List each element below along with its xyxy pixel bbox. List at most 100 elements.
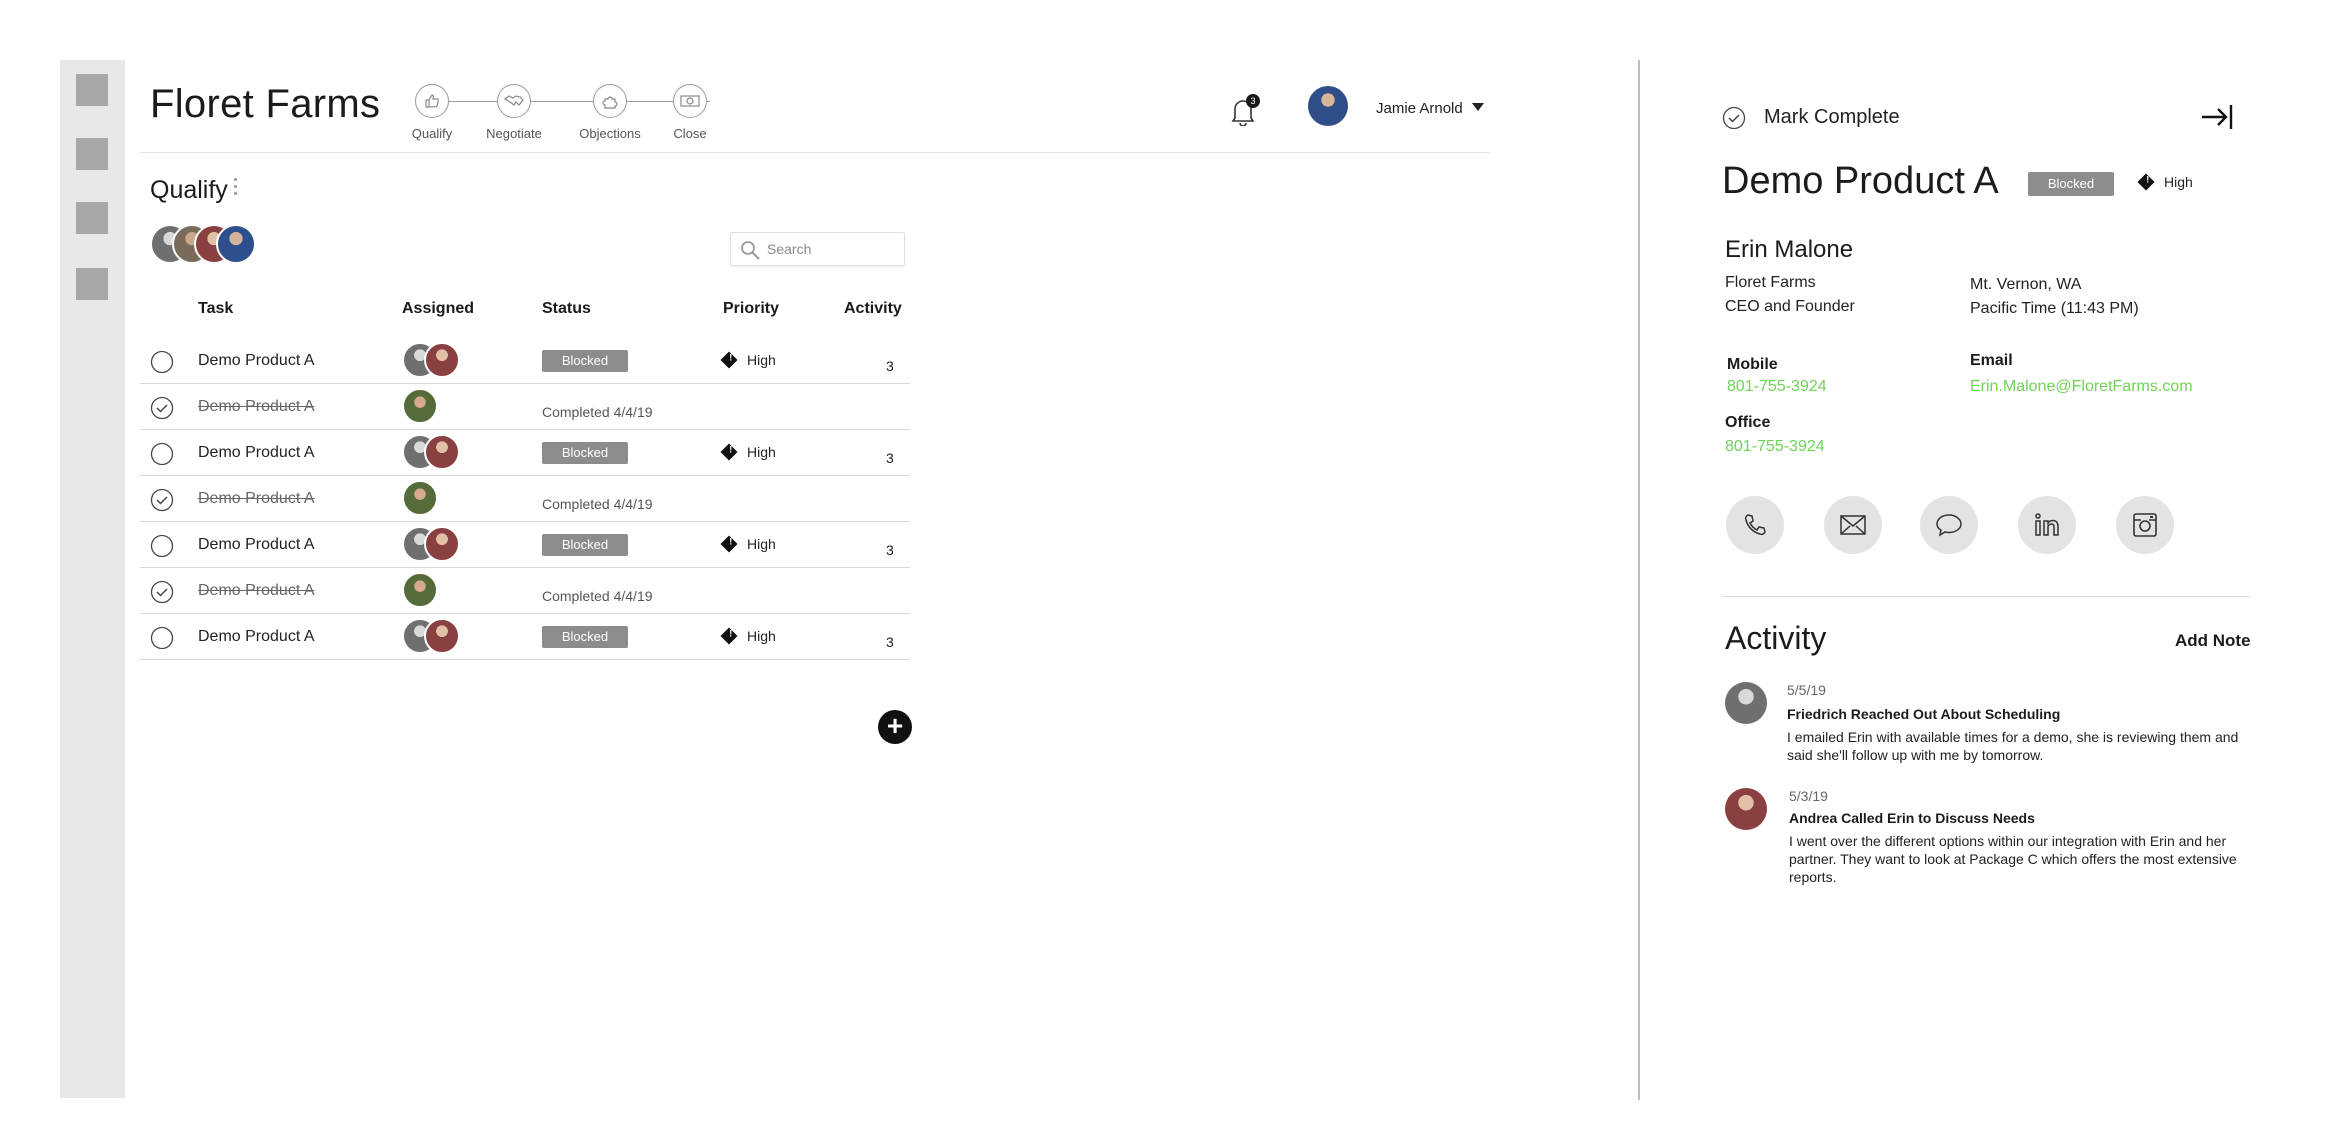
- stage-label: Qualify: [411, 126, 453, 141]
- linkedin-button[interactable]: [2018, 496, 2076, 554]
- avatar[interactable]: [424, 434, 460, 470]
- task-name[interactable]: Demo Product A: [198, 536, 315, 554]
- nav-item-3[interactable]: [76, 202, 108, 234]
- stage-objections[interactable]: Objections: [570, 84, 650, 141]
- email-button[interactable]: [1824, 496, 1882, 554]
- completed-status: Completed 4/4/19: [542, 496, 653, 512]
- contact-company: Floret Farms: [1725, 274, 1816, 291]
- table-row[interactable]: Demo Product A Blocked High 3: [140, 430, 910, 476]
- activity-count: 3: [886, 634, 894, 650]
- call-button[interactable]: [1726, 496, 1784, 554]
- mail-icon: [1840, 515, 1866, 535]
- stage-label: Negotiate: [486, 126, 542, 141]
- avatar[interactable]: [402, 480, 438, 516]
- notifications-button[interactable]: 3: [1230, 94, 1260, 127]
- status-badge: Blocked: [542, 442, 628, 464]
- contact-location: Mt. Vernon, WA: [1970, 276, 2082, 293]
- column-header-assigned[interactable]: Assigned: [402, 300, 474, 318]
- table-row[interactable]: Demo Product A Completed 4/4/19: [140, 568, 910, 614]
- completed-status: Completed 4/4/19: [542, 404, 653, 420]
- checked-circle-icon[interactable]: [150, 488, 174, 512]
- deal-title: Demo Product A: [1722, 160, 1999, 202]
- thumbs-up-icon: [415, 84, 449, 118]
- activity-title: Friedrich Reached Out About Scheduling: [1787, 706, 2061, 722]
- notification-count-badge: 3: [1246, 94, 1260, 108]
- avatar[interactable]: [402, 388, 438, 424]
- mobile-label: Mobile: [1727, 356, 1778, 373]
- main-content: Floret Farms Qualify Negotiate Objection…: [140, 60, 1490, 1098]
- more-options-icon[interactable]: [234, 178, 238, 202]
- priority-label: High: [747, 352, 776, 368]
- avatar[interactable]: [216, 224, 256, 264]
- nav-item-4[interactable]: [76, 268, 108, 300]
- office-phone-link[interactable]: 801-755-3924: [1725, 438, 1825, 456]
- avatar[interactable]: [424, 342, 460, 378]
- task-name[interactable]: Demo Product A: [198, 490, 315, 508]
- stage-negotiate[interactable]: Negotiate: [474, 84, 554, 141]
- handshake-icon: [497, 84, 531, 118]
- column-header-activity[interactable]: Activity: [844, 300, 902, 318]
- task-name[interactable]: Demo Product A: [198, 628, 315, 646]
- chat-bubble-icon: [1936, 514, 1962, 537]
- section-title: Qualify: [150, 176, 228, 204]
- checkbox-icon[interactable]: [150, 442, 174, 466]
- task-name[interactable]: Demo Product A: [198, 582, 315, 600]
- priority-label: High: [2164, 174, 2193, 190]
- stage-qualify[interactable]: Qualify: [392, 84, 472, 141]
- column-header-status[interactable]: Status: [542, 300, 591, 318]
- contact-timezone: Pacific Time (11:43 PM): [1970, 300, 2139, 317]
- chevron-down-icon[interactable]: [1472, 103, 1484, 111]
- detail-panel: Mark Complete Demo Product A Blocked Hig…: [1640, 60, 2334, 1100]
- linkedin-icon: [2035, 513, 2059, 536]
- money-icon: [673, 84, 707, 118]
- office-label: Office: [1725, 414, 1771, 431]
- add-note-button[interactable]: Add Note: [2175, 631, 2251, 651]
- activity-count: 3: [886, 358, 894, 374]
- avatar[interactable]: [424, 526, 460, 562]
- priority-icon: [720, 535, 738, 553]
- nav-item-2[interactable]: [76, 138, 108, 170]
- instagram-button[interactable]: [2116, 496, 2174, 554]
- task-name[interactable]: Demo Product A: [198, 444, 315, 462]
- table-row[interactable]: Demo Product A Blocked High 3: [140, 338, 910, 384]
- stage-label: Close: [673, 126, 707, 141]
- table-row[interactable]: Demo Product A Completed 4/4/19: [140, 384, 910, 430]
- avatar[interactable]: [1725, 788, 1767, 830]
- company-title: Floret Farms: [150, 82, 381, 126]
- avatar[interactable]: [1725, 682, 1767, 724]
- checked-circle-icon[interactable]: [150, 396, 174, 420]
- column-header-priority[interactable]: Priority: [723, 300, 779, 318]
- checkbox-icon[interactable]: [150, 350, 174, 374]
- collapse-panel-icon[interactable]: [2200, 102, 2234, 132]
- nav-item-1[interactable]: [76, 74, 108, 106]
- activity-body: I emailed Erin with available times for …: [1787, 729, 2239, 763]
- priority-label: High: [747, 536, 776, 552]
- search-input[interactable]: [767, 239, 897, 259]
- mark-complete-label: Mark Complete: [1764, 106, 1900, 128]
- column-header-task[interactable]: Task: [198, 300, 233, 318]
- table-row[interactable]: Demo Product A Completed 4/4/19: [140, 476, 910, 522]
- search-box: [730, 232, 905, 266]
- contact-role: CEO and Founder: [1725, 298, 1855, 315]
- avatar[interactable]: [424, 618, 460, 654]
- user-name[interactable]: Jamie Arnold: [1376, 100, 1463, 117]
- phone-icon: [1744, 514, 1766, 536]
- status-badge: Blocked: [2028, 172, 2114, 196]
- instagram-icon: [2133, 513, 2157, 537]
- checked-circle-icon[interactable]: [150, 580, 174, 604]
- mobile-phone-link[interactable]: 801-755-3924: [1727, 378, 1827, 396]
- message-button[interactable]: [1920, 496, 1978, 554]
- user-avatar[interactable]: [1308, 86, 1348, 126]
- add-task-button[interactable]: +: [878, 710, 912, 744]
- avatar[interactable]: [402, 572, 438, 608]
- task-name[interactable]: Demo Product A: [198, 352, 315, 370]
- priority-icon: [720, 443, 738, 461]
- checkbox-icon[interactable]: [150, 534, 174, 558]
- table-row[interactable]: Demo Product A Blocked High 3: [140, 522, 910, 568]
- table-row[interactable]: Demo Product A Blocked High 3: [140, 614, 910, 660]
- task-name[interactable]: Demo Product A: [198, 398, 315, 416]
- checkbox-icon[interactable]: [150, 626, 174, 650]
- email-link[interactable]: Erin.Malone@FloretFarms.com: [1970, 378, 2193, 396]
- activity-heading: Activity: [1725, 620, 1827, 656]
- stage-close[interactable]: Close: [650, 84, 730, 141]
